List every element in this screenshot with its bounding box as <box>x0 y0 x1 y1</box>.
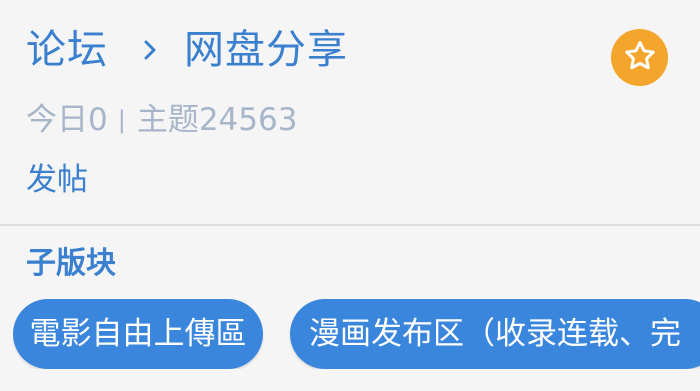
new-post-button[interactable]: 发帖 <box>26 162 88 198</box>
chevron-right-icon <box>136 36 164 64</box>
forum-header: 论坛 网盘分享 今日0 | 主题24563 发帖 <box>0 0 700 224</box>
section-divider <box>0 224 700 226</box>
subforum-chip[interactable]: 電影自由上傳區 <box>13 299 263 369</box>
forum-stats: 今日0 | 主题24563 <box>26 101 297 139</box>
subforum-section-title: 子版块 <box>26 246 116 281</box>
subforum-list: 電影自由上傳區 漫画发布区（收录连载、完 <box>13 299 700 369</box>
today-count: 今日0 <box>26 102 108 138</box>
breadcrumb: 论坛 网盘分享 <box>26 24 348 76</box>
breadcrumb-root-link[interactable]: 论坛 <box>26 24 108 76</box>
subforum-chip[interactable]: 漫画发布区（收录连载、完 <box>290 299 700 369</box>
favorite-button[interactable] <box>611 29 668 86</box>
star-icon <box>622 38 658 78</box>
breadcrumb-current: 网盘分享 <box>184 27 348 73</box>
topic-count: 主题24563 <box>136 102 298 138</box>
stats-separator: | <box>117 106 126 134</box>
